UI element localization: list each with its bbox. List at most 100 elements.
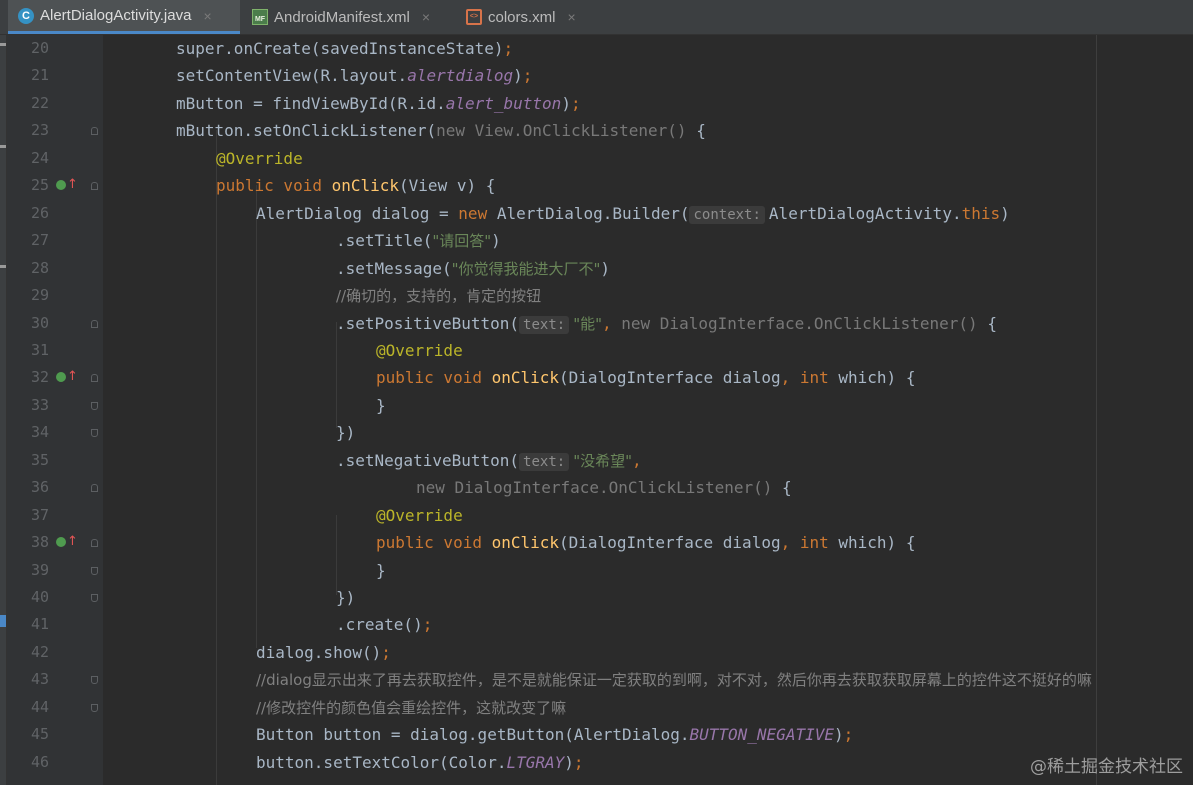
implemented-marker-icon — [56, 180, 66, 191]
line-number[interactable]: 38 — [15, 529, 49, 556]
line-number[interactable]: 36 — [15, 474, 49, 501]
fold-toggle-icon[interactable] — [91, 127, 98, 136]
code-token: .setPositiveButton( — [336, 313, 520, 333]
code-line: .setMessage("你觉得我能进大厂不") — [336, 255, 610, 282]
code-token: } — [376, 560, 386, 580]
fold-toggle-icon[interactable] — [91, 319, 98, 328]
close-tab-icon[interactable]: × — [568, 9, 576, 25]
line-number[interactable]: 40 — [15, 584, 49, 611]
line-number[interactable]: 20 — [15, 35, 49, 62]
indent-guide — [336, 515, 337, 595]
fold-toggle-icon[interactable] — [91, 374, 98, 383]
code-token: onClick — [331, 176, 400, 196]
code-token: ; — [522, 66, 533, 86]
line-number[interactable]: 46 — [15, 749, 49, 776]
code-token: ) — [833, 725, 844, 745]
code-token: button.setTextColor(Color. — [256, 752, 507, 772]
code-line: public void onClick(DialogInterface dial… — [376, 364, 915, 391]
line-number[interactable]: 35 — [15, 447, 49, 474]
line-number[interactable]: 27 — [15, 227, 49, 254]
code-token: //dialog显示出来了再去获取控件，是不是就能保证一定获取的到啊，对不对，然… — [256, 671, 1092, 690]
override-method-icon[interactable]: ↑ — [56, 370, 78, 384]
line-number[interactable]: 29 — [15, 282, 49, 309]
code-token: .setNegativeButton( — [336, 450, 520, 470]
strip-marker — [0, 43, 6, 46]
indent-guide — [216, 130, 217, 785]
code-token: AlertDialogActivity. — [768, 203, 962, 223]
code-token: onClick — [491, 368, 560, 388]
code-token: dialog.show() — [256, 642, 382, 662]
line-number[interactable]: 32 — [15, 364, 49, 391]
strip-marker-active — [0, 615, 6, 627]
tab-alertdialogactivity-java[interactable]: C AlertDialogActivity.java × — [8, 0, 240, 34]
code-token: ) — [564, 752, 574, 772]
code-token: which) { — [838, 533, 916, 553]
line-number[interactable]: 30 — [15, 310, 49, 337]
line-number[interactable]: 39 — [15, 557, 49, 584]
code-token: alert_button — [445, 93, 562, 113]
line-number[interactable]: 34 — [15, 419, 49, 446]
line-number[interactable]: 43 — [15, 666, 49, 693]
line-number[interactable]: 22 — [15, 90, 49, 117]
close-tab-icon[interactable]: × — [422, 9, 430, 25]
code-token: public void — [216, 176, 332, 196]
line-number[interactable]: 23 — [15, 117, 49, 144]
code-token: ; — [503, 39, 514, 58]
override-method-icon[interactable]: ↑ — [56, 178, 78, 192]
line-number[interactable]: 44 — [15, 694, 49, 721]
fold-end-icon[interactable] — [91, 401, 98, 410]
line-number[interactable]: 25 — [15, 172, 49, 199]
implemented-marker-icon — [56, 372, 66, 383]
implemented-marker-icon — [56, 537, 66, 548]
code-line: super.onCreate(savedInstanceState); — [176, 35, 513, 62]
code-line: .setTitle("请回答") — [336, 227, 501, 254]
close-tab-icon[interactable]: × — [203, 8, 211, 24]
fold-end-icon[interactable] — [91, 703, 98, 712]
code-token: mButton = findViewById(R.id. — [176, 93, 446, 113]
tab-colors-xml[interactable]: <> colors.xml × — [460, 0, 610, 34]
code-token: new View.OnClickListener() — [436, 121, 697, 141]
line-number[interactable]: 31 — [15, 337, 49, 364]
code-editor[interactable]: super.onCreate(savedInstanceState); setCo… — [104, 35, 1193, 785]
line-number[interactable]: 33 — [15, 392, 49, 419]
fold-end-icon[interactable] — [91, 676, 98, 685]
code-token: AlertDialog dialog = — [256, 203, 459, 223]
code-token: new — [458, 203, 497, 223]
code-token: ) — [1000, 203, 1010, 223]
code-token: , — [632, 450, 642, 470]
code-token: new DialogInterface.OnClickListener() — [416, 478, 783, 498]
code-line: public void onClick(DialogInterface dial… — [376, 529, 915, 556]
code-token: }) — [336, 588, 356, 607]
line-number[interactable]: 45 — [15, 721, 49, 748]
line-number[interactable]: 28 — [15, 255, 49, 282]
fold-toggle-icon[interactable] — [91, 182, 98, 191]
fold-toggle-icon[interactable] — [91, 539, 98, 548]
code-token: "能" — [573, 314, 602, 333]
line-number[interactable]: 24 — [15, 145, 49, 172]
fold-end-icon[interactable] — [91, 566, 98, 575]
code-token: public void — [376, 368, 492, 388]
line-number[interactable]: 42 — [15, 639, 49, 666]
code-token: .setMessage( — [336, 258, 452, 278]
line-number[interactable]: 37 — [15, 502, 49, 529]
code-token: ; — [570, 93, 581, 113]
code-token: which) { — [838, 368, 916, 388]
code-line: new DialogInterface.OnClickListener() { — [416, 474, 792, 501]
code-token: "没希望" — [573, 451, 632, 470]
fold-end-icon[interactable] — [91, 594, 98, 602]
code-token: mButton.setOnClickListener( — [176, 121, 437, 141]
code-line: AlertDialog dialog = new AlertDialog.Bui… — [256, 200, 1010, 227]
code-line: @Override — [376, 502, 463, 529]
code-token: ; — [843, 725, 854, 745]
code-token: ) — [561, 93, 571, 113]
override-method-icon[interactable]: ↑ — [56, 535, 78, 549]
tab-label: AlertDialogActivity.java — [40, 7, 192, 24]
tab-androidmanifest-xml[interactable]: MF AndroidManifest.xml × — [246, 0, 452, 34]
line-number[interactable]: 21 — [15, 62, 49, 89]
xml-icon: <> — [466, 9, 482, 25]
line-number[interactable]: 41 — [15, 611, 49, 638]
fold-toggle-icon[interactable] — [91, 484, 98, 493]
code-token: setContentView(R.layout. — [176, 66, 408, 86]
line-number[interactable]: 26 — [15, 200, 49, 227]
fold-end-icon[interactable] — [91, 429, 98, 438]
